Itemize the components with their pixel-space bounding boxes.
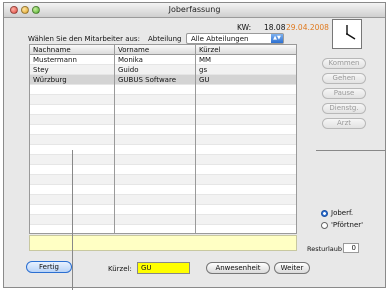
cell-vorname: Guido xyxy=(118,66,139,74)
radio-pfoertner-label: 'Pförtner' xyxy=(331,221,364,229)
pause-button[interactable]: Pause xyxy=(322,88,366,99)
cell-nachname: Stey xyxy=(33,66,49,74)
empty-row xyxy=(30,215,296,225)
title-bar: Joberfassung xyxy=(4,3,385,18)
cell-nachname: Mustermann xyxy=(33,56,77,64)
guide-line xyxy=(316,150,386,151)
employee-prompt: Wählen Sie den Mitarbeiter aus: xyxy=(28,35,140,43)
gehen-button[interactable]: Gehen xyxy=(322,73,366,84)
empty-row xyxy=(30,125,296,135)
empty-row xyxy=(30,145,296,155)
kommen-button[interactable]: Kommen xyxy=(322,58,366,69)
cell-nachname: Würzburg xyxy=(33,76,67,84)
empty-row xyxy=(30,85,296,95)
table-header: Nachname Vorname Kürzel xyxy=(30,45,296,55)
dienstgang-button[interactable]: Dienstg. xyxy=(322,103,366,114)
weiter-button[interactable]: Weiter xyxy=(274,262,310,274)
app-window: Joberfassung KW: 18.08 29.04.2008 Wählen… xyxy=(3,2,386,288)
empty-row xyxy=(30,115,296,125)
cell-kuerzel: gs xyxy=(199,66,208,74)
window-title: Joberfassung xyxy=(168,5,221,14)
column-divider xyxy=(114,45,115,233)
column-header-vorname[interactable]: Vorname xyxy=(118,46,149,54)
abteilung-label: Abteilung xyxy=(148,35,182,43)
empty-row xyxy=(30,105,296,115)
abteilung-select[interactable]: Alle Abteilungen ▲▼ xyxy=(186,33,284,44)
kuerzel-label: Kürzel: xyxy=(108,265,132,273)
current-date: 29.04.2008 xyxy=(286,23,329,32)
message-area xyxy=(29,235,297,251)
table-row[interactable]: Stey Guido gs xyxy=(30,65,296,75)
radio-joberf[interactable] xyxy=(321,210,328,217)
column-header-kuerzel[interactable]: Kürzel xyxy=(199,46,220,54)
column-header-nachname[interactable]: Nachname xyxy=(33,46,71,54)
cell-vorname: Monika xyxy=(118,56,143,64)
kw-value: 18.08 xyxy=(264,23,286,32)
kw-label: KW: xyxy=(237,23,252,32)
radio-pfoertner[interactable] xyxy=(321,222,328,229)
arzt-button[interactable]: Arzt xyxy=(322,118,366,129)
empty-row xyxy=(30,205,296,215)
empty-row xyxy=(30,165,296,175)
empty-row xyxy=(30,225,296,233)
resturlaub-label: Resturlaub xyxy=(307,245,342,253)
empty-row xyxy=(30,195,296,205)
fertig-button[interactable]: Fertig xyxy=(26,261,72,273)
employee-table[interactable]: Nachname Vorname Kürzel Mustermann Monik… xyxy=(29,44,297,234)
chevron-updown-icon: ▲▼ xyxy=(271,34,283,43)
radio-joberf-label: Joberf. xyxy=(331,209,354,217)
kuerzel-input[interactable]: GU xyxy=(137,262,190,274)
table-row[interactable]: Mustermann Monika MM xyxy=(30,55,296,65)
cell-kuerzel: MM xyxy=(199,56,212,64)
empty-row xyxy=(30,135,296,145)
table-row-selected[interactable]: Würzburg GUBUS Software GU xyxy=(30,75,296,85)
column-divider xyxy=(195,45,196,233)
empty-row xyxy=(30,185,296,195)
empty-row xyxy=(30,175,296,185)
clock-face xyxy=(346,25,356,40)
cell-vorname: GUBUS Software xyxy=(118,76,176,84)
anwesenheit-button[interactable]: Anwesenheit xyxy=(206,262,270,274)
empty-row xyxy=(30,155,296,165)
cell-kuerzel: GU xyxy=(199,76,210,84)
empty-row xyxy=(30,95,296,105)
guide-line xyxy=(72,150,73,290)
abteilung-value: Alle Abteilungen xyxy=(191,35,249,43)
clock-icon xyxy=(332,19,362,49)
resturlaub-value: 0 xyxy=(343,243,359,253)
